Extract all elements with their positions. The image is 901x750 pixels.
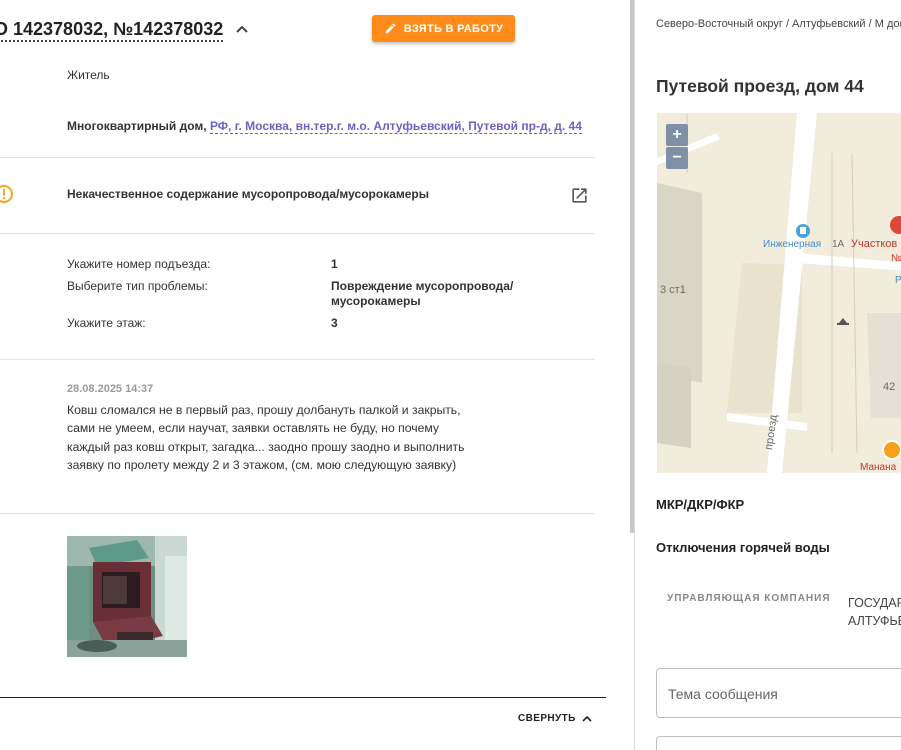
map-zoom-out-button[interactable]: − bbox=[666, 147, 688, 169]
map-label-station: Инженерная bbox=[763, 239, 822, 250]
field-value-entrance: 1 bbox=[331, 257, 338, 271]
comment-text: Ковш сломался не в первый раз, прошу дол… bbox=[67, 403, 465, 472]
field-label-entrance: Укажите номер подъезда: bbox=[67, 257, 211, 271]
field-value-floor: 3 bbox=[331, 316, 338, 330]
message-body-input[interactable] bbox=[656, 736, 901, 750]
open-external-icon[interactable] bbox=[570, 186, 589, 205]
field-value-problem-type-line1: Повреждение мусоропровода/ bbox=[331, 279, 514, 293]
field-value-problem-type-line2: мусорокамеры bbox=[331, 294, 421, 308]
address-title: Путевой проезд, дом 44 bbox=[656, 76, 864, 96]
field-label-floor: Укажите этаж: bbox=[67, 316, 146, 330]
breadcrumb[interactable]: Северо-Восточный округ / Алтуфьевский / … bbox=[656, 15, 901, 34]
divider bbox=[0, 513, 595, 514]
take-to-work-label: ВЗЯТЬ В РАБОТУ bbox=[403, 22, 504, 35]
request-details-pane: О 142378032, №142378032 ВЗЯТЬ В РАБОТУ Ж… bbox=[0, 0, 633, 750]
divider bbox=[0, 359, 595, 360]
chevron-up-icon[interactable] bbox=[235, 24, 249, 34]
photo-thumbnail bbox=[67, 536, 187, 657]
problem-title: Некачественное содержание мусоропровода/… bbox=[67, 187, 429, 201]
comment-timestamp: 28.08.2025 14:37 bbox=[67, 383, 154, 395]
take-to-work-button[interactable]: ВЗЯТЬ В РАБОТУ bbox=[372, 15, 515, 42]
applicant-role: Житель bbox=[67, 68, 110, 82]
warning-icon bbox=[0, 185, 13, 203]
management-company-value-line2: АЛТУФЬЕ bbox=[848, 614, 901, 628]
object-address-line: Многоквартирный дом, РФ, г. Москва, вн.т… bbox=[67, 119, 582, 134]
map-label-building-3: 3 ст1 bbox=[660, 284, 686, 296]
map-label-house-42: 42 bbox=[883, 381, 896, 393]
divider bbox=[0, 233, 595, 234]
section-bottom-line bbox=[0, 697, 606, 698]
management-company-value-line1: ГОСУДАР bbox=[848, 596, 901, 610]
request-id-title[interactable]: О 142378032, №142378032 bbox=[0, 18, 224, 42]
map-label-r: Р bbox=[895, 275, 901, 286]
divider bbox=[0, 157, 595, 158]
management-company-label: УПРАВЛЯЮЩАЯ КОМПАНИЯ bbox=[667, 593, 831, 604]
map-label-uchastok: Участков bbox=[851, 238, 898, 250]
map-label-house-1a: 1А bbox=[832, 239, 845, 250]
field-value-problem-type: Повреждение мусоропровода/ мусорокамеры bbox=[331, 279, 513, 309]
collapse-button[interactable]: СВЕРНУТЬ bbox=[518, 713, 592, 724]
field-label-problem-type: Выберите тип проблемы: bbox=[67, 279, 208, 293]
collapse-label: СВЕРНУТЬ bbox=[518, 713, 576, 724]
message-subject-input[interactable]: Тема сообщения bbox=[656, 668, 901, 718]
hot-water-outages-label: Отключения горячей воды bbox=[656, 540, 830, 555]
address-info-pane: Северо-Восточный округ / Алтуфьевский / … bbox=[635, 0, 901, 750]
building-type: Многоквартирный дом, bbox=[67, 119, 207, 133]
map-label-no: № bbox=[891, 253, 901, 264]
map[interactable]: + − Инженерная 1А Участков № Р 3 ст1 42 … bbox=[657, 113, 901, 473]
address-link[interactable]: РФ, г. Москва, вн.тер.г. м.о. Алтуфьевск… bbox=[209, 119, 582, 134]
pencil-icon bbox=[385, 23, 396, 34]
mkr-dkr-fkr-label: МКР/ДКР/ФКР bbox=[656, 497, 745, 512]
attached-photo[interactable] bbox=[67, 536, 187, 657]
message-subject-placeholder: Тема сообщения bbox=[668, 686, 778, 702]
management-company-value: ГОСУДАР АЛТУФЬЕ bbox=[848, 594, 901, 630]
chevron-up-icon bbox=[582, 715, 592, 722]
map-label-manana: Манана bbox=[860, 462, 897, 473]
map-zoom-in-button[interactable]: + bbox=[666, 124, 688, 146]
